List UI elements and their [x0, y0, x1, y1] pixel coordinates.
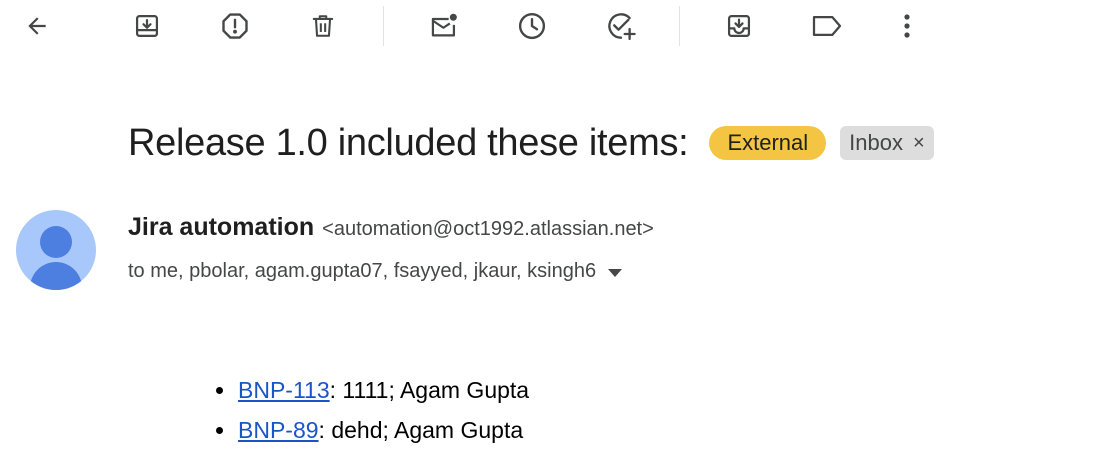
- recipients-text: to me, pbolar, agam.gupta07, fsayyed, jk…: [128, 259, 597, 282]
- trash-icon: [310, 12, 336, 40]
- report-spam-button[interactable]: [215, 6, 255, 46]
- list-item: BNP-89: dehd; Agam Gupta: [200, 410, 529, 450]
- inbox-label-text: Inbox: [849, 130, 903, 155]
- issue-link[interactable]: BNP-89: [238, 417, 319, 443]
- add-to-tasks-button[interactable]: [601, 6, 641, 46]
- more-button[interactable]: [887, 6, 927, 46]
- move-to-inbox-icon: [725, 12, 753, 40]
- issue-link[interactable]: BNP-113: [238, 377, 330, 403]
- bullet-icon: [216, 387, 223, 394]
- move-to-button[interactable]: [719, 6, 759, 46]
- recipients-line: to me, pbolar, agam.gupta07, fsayyed, jk…: [128, 256, 623, 286]
- mark-unread-icon: [428, 12, 460, 40]
- list-item: BNP-113: 1111; Agam Gupta: [200, 370, 529, 410]
- subject-row: Release 1.0 included these items: Extern…: [128, 118, 934, 168]
- sender-email: <automation@oct1992.atlassian.net>: [322, 218, 654, 240]
- report-spam-icon: [220, 11, 250, 41]
- remove-label-icon[interactable]: ×: [913, 133, 925, 153]
- email-toolbar: [0, 0, 1110, 52]
- inbox-label-chip[interactable]: Inbox ×: [840, 126, 934, 160]
- sender-name[interactable]: Jira automation: [128, 213, 314, 242]
- arrow-left-icon: [24, 13, 50, 39]
- archive-button[interactable]: [127, 6, 167, 46]
- bullet-icon: [216, 427, 223, 434]
- sender-avatar[interactable]: [16, 210, 96, 290]
- labels-button[interactable]: [807, 6, 847, 46]
- clock-icon: [517, 11, 547, 41]
- avatar-head-shape: [40, 226, 72, 258]
- issue-summary: : 1111; Agam Gupta: [329, 377, 530, 403]
- label-icon: [810, 13, 844, 39]
- caret-down-icon: [608, 260, 623, 283]
- email-view: Release 1.0 included these items: Extern…: [0, 0, 1110, 476]
- sender-line: Jira automation <automation@oct1992.atla…: [128, 213, 654, 245]
- snooze-button[interactable]: [512, 6, 552, 46]
- toolbar-divider: [383, 6, 384, 46]
- archive-icon: [133, 12, 161, 40]
- external-label-chip: External: [709, 126, 827, 160]
- email-subject: Release 1.0 included these items:: [128, 121, 689, 164]
- toolbar-divider: [679, 6, 680, 46]
- message-body-list: BNP-113: 1111; Agam Gupta BNP-89: dehd; …: [200, 370, 529, 450]
- delete-button[interactable]: [303, 6, 343, 46]
- avatar-body-shape: [30, 262, 82, 290]
- issue-summary: : dehd; Agam Gupta: [318, 417, 524, 443]
- show-details-button[interactable]: [608, 260, 623, 283]
- more-vert-icon: [903, 13, 911, 39]
- mark-unread-button[interactable]: [424, 6, 464, 46]
- back-button[interactable]: [17, 6, 57, 46]
- add-task-icon: [605, 10, 637, 42]
